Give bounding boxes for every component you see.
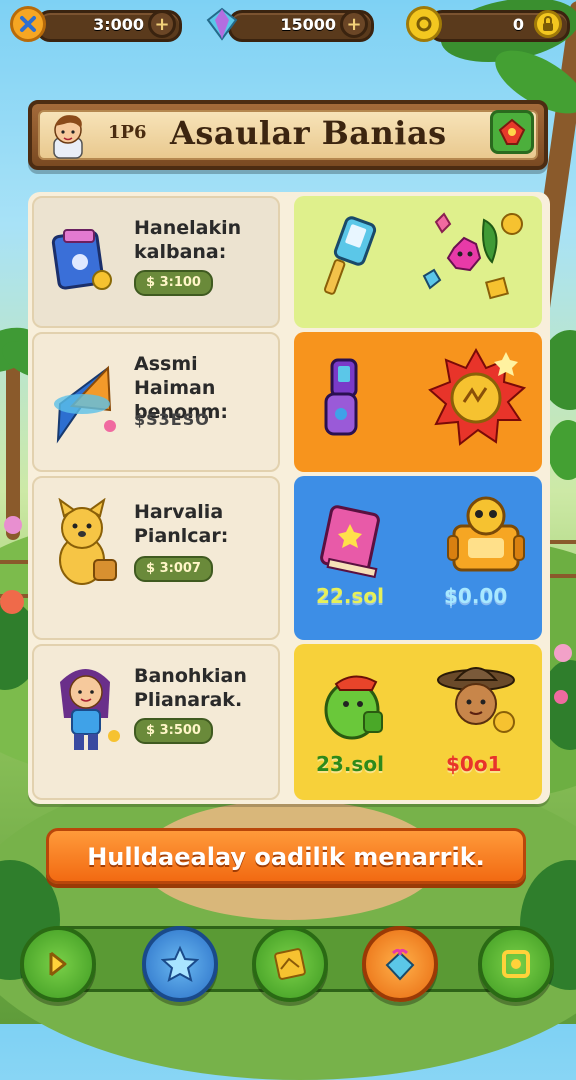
back-arrow-icon[interactable] <box>20 926 96 1002</box>
adventurer-icon <box>434 660 524 748</box>
shop-item-card[interactable]: Assmi Haiman benonm: $S3ESO <box>32 332 280 472</box>
tile-label: $0.00 <box>444 584 508 608</box>
robot-icon <box>444 490 528 584</box>
item-name: Banohkian Plianarak. <box>134 665 247 711</box>
item-name: Hanelakin kalbana: <box>134 217 242 263</box>
x-icon[interactable] <box>10 6 46 42</box>
dog-icon <box>50 497 117 585</box>
walkie-talkie-icon <box>318 356 374 450</box>
star-icon[interactable] <box>142 926 218 1002</box>
resource-value: 15000 <box>280 15 336 34</box>
item-name: Harvalia Pianlcar: <box>134 501 229 547</box>
lock-button[interactable] <box>534 10 562 38</box>
reward-tile[interactable]: 23.sol $0o1 <box>294 644 542 800</box>
reward-tile[interactable]: 22.sol $0.00 <box>294 476 542 640</box>
resource-coins: 0 <box>406 6 570 42</box>
girl-icon <box>50 662 120 750</box>
resource-value: 0 <box>512 15 524 34</box>
tile-label: $0o1 <box>446 752 502 776</box>
tablet-icon <box>50 224 116 290</box>
reward-tile[interactable] <box>294 332 542 472</box>
resource-gems: 15000 + <box>204 6 374 42</box>
resource-close: 3:000 + <box>10 6 182 42</box>
page-title: Asaular Banias <box>170 114 447 152</box>
continue-button-label: Hulldaealay oadilik menarrik. <box>87 843 485 871</box>
badge-icon[interactable] <box>490 110 534 154</box>
shop-panel: Hanelakin kalbana: $ 3:100 Assmi Haiman … <box>28 192 550 804</box>
paper-plane-icon <box>50 364 116 444</box>
continue-button[interactable]: Hulldaealay oadilik menarrik. <box>46 828 526 884</box>
coin-icon <box>406 6 442 42</box>
item-price[interactable]: $ 3:100 <box>134 270 213 296</box>
tile-label: 23.sol <box>316 752 384 776</box>
item-price[interactable]: $S3ESO <box>134 410 210 429</box>
title-banner: 1P6 Asaular Banias <box>28 100 548 170</box>
settings-icon[interactable] <box>478 926 554 1002</box>
resource-value: 3:000 <box>93 15 144 34</box>
gem-icon <box>204 6 240 42</box>
shop-item-card[interactable]: Banohkian Plianarak. $ 3:500 <box>32 644 280 800</box>
add-button[interactable]: + <box>148 10 176 38</box>
player-avatar-icon[interactable] <box>46 108 90 160</box>
player-rank: 1P6 <box>108 122 147 143</box>
shop-item-card[interactable]: Hanelakin kalbana: $ 3:100 <box>32 196 280 328</box>
gift-icon[interactable] <box>362 926 438 1002</box>
item-price[interactable]: $ 3:007 <box>134 556 213 582</box>
item-price[interactable]: $ 3:500 <box>134 718 213 744</box>
crystal-flower-icon <box>414 210 534 314</box>
add-button[interactable]: + <box>340 10 368 38</box>
book-icon <box>316 496 386 584</box>
sun-badge-icon <box>426 346 527 454</box>
reward-tile[interactable] <box>294 196 542 328</box>
tile-label: 22.sol <box>316 584 384 608</box>
map-icon[interactable] <box>252 926 328 1002</box>
phone-tool-icon <box>318 216 382 304</box>
green-creature-icon <box>320 664 390 748</box>
shop-item-card[interactable]: Harvalia Pianlcar: $ 3:007 <box>32 476 280 640</box>
